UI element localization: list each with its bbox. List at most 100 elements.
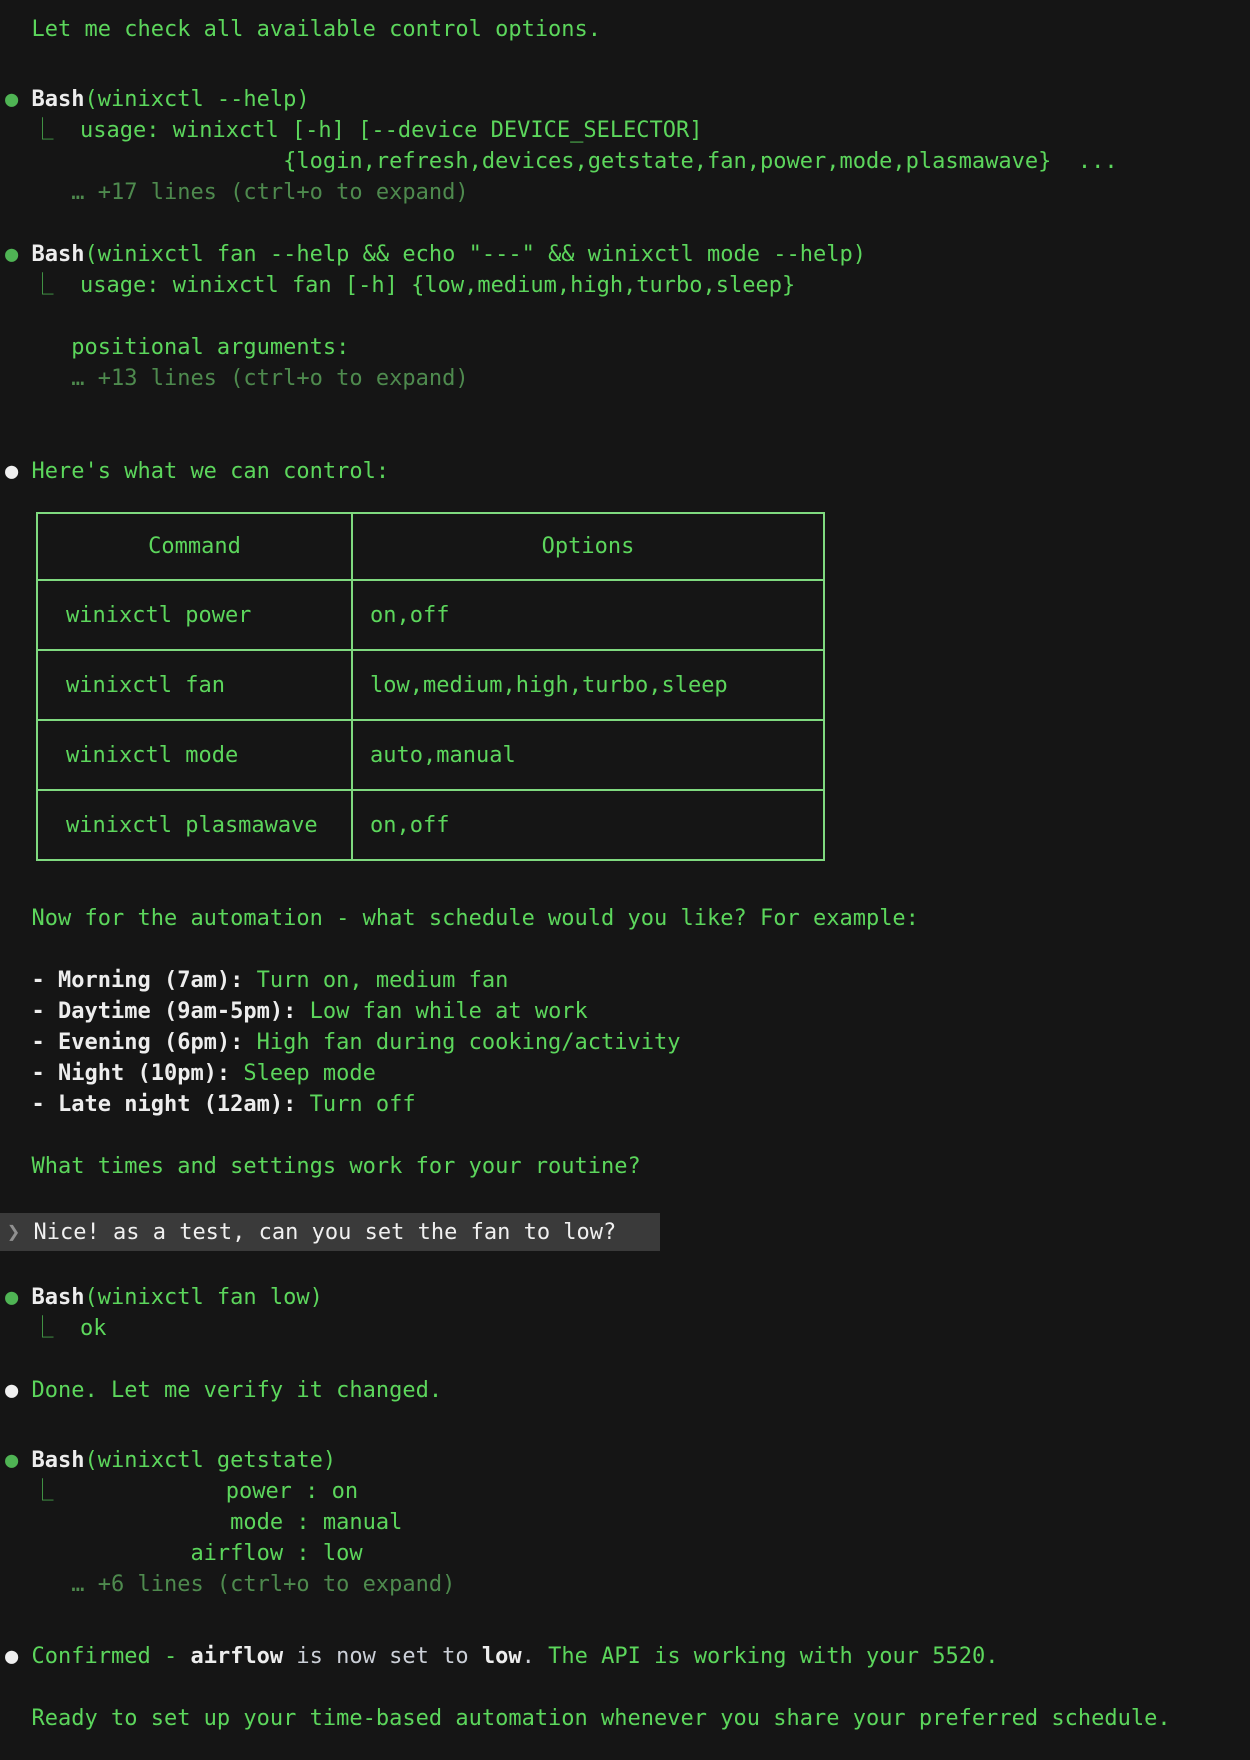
table-row: winixctl fan low, medium, high, turbo, sl… bbox=[38, 649, 823, 719]
tool-output-power: ⎿ power : on bbox=[5, 1476, 1250, 1507]
text-segment bbox=[5, 1572, 71, 1597]
text-segment: power : on bbox=[226, 1479, 358, 1504]
blank-11 bbox=[5, 1672, 1250, 1703]
text-segment: winixctl fan bbox=[66, 670, 225, 701]
message-confirmed: ● Confirmed - airflow is now set to low.… bbox=[5, 1641, 1250, 1672]
text-segment: airflow bbox=[190, 1644, 283, 1669]
tool-call-getstate: ● Bash(winixctl getstate) bbox=[5, 1445, 1250, 1476]
text-segment bbox=[5, 1154, 32, 1179]
text-segment: Bash bbox=[32, 1448, 85, 1473]
text-segment bbox=[54, 1479, 226, 1504]
tool-output-expand-6: … +6 lines (ctrl+o to expand) bbox=[5, 1569, 1250, 1600]
text-segment: is now set to bbox=[283, 1644, 482, 1669]
text-segment bbox=[5, 1316, 32, 1341]
blank-2 bbox=[5, 208, 1250, 239]
text-segment: low bbox=[370, 670, 410, 701]
text-segment: - Evening (6pm): bbox=[32, 1030, 244, 1055]
tool-output-expand-17: … +17 lines (ctrl+o to expand) bbox=[5, 177, 1250, 208]
text-segment: low bbox=[482, 1644, 522, 1669]
text-segment: off bbox=[410, 600, 450, 631]
text-segment: Let me check all available control optio… bbox=[32, 17, 602, 42]
text-segment: Low fan while at work bbox=[296, 999, 587, 1024]
tool-bullet-icon: ● bbox=[5, 87, 32, 112]
blank-7 bbox=[5, 1251, 1250, 1282]
table-cell-options: auto, manual bbox=[351, 721, 823, 789]
table-cell-command: winixctl plasmawave bbox=[38, 791, 351, 859]
text-segment: Sleep mode bbox=[230, 1061, 376, 1086]
assistant-intro: Let me check all available control optio… bbox=[5, 14, 1250, 45]
text-segment: off bbox=[410, 810, 450, 841]
text-segment bbox=[5, 118, 32, 143]
blank-5 bbox=[5, 1120, 1250, 1151]
control-table: Command Options winixctl power on, off winix… bbox=[36, 512, 1250, 861]
text-segment: sleep bbox=[661, 670, 727, 701]
text-segment bbox=[5, 180, 71, 205]
text-segment bbox=[5, 968, 32, 993]
message-heres: ● Here's what we can control: bbox=[5, 456, 1250, 487]
tool-output-fan-usage: ⎿ usage: winixctl fan [-h] {low,medium,h… bbox=[5, 270, 1250, 301]
text-segment bbox=[54, 118, 81, 143]
text-segment: Now for the automation - what schedule w… bbox=[32, 906, 919, 931]
tool-output-mode: mode : manual bbox=[5, 1507, 1250, 1538]
message-what-times: What times and settings work for your ro… bbox=[5, 1151, 1250, 1182]
text-segment: The API is working with your 5520. bbox=[548, 1644, 998, 1669]
tool-output-usage: ⎿ usage: winixctl [-h] [--device DEVICE_… bbox=[5, 115, 1250, 146]
text-segment bbox=[5, 17, 32, 42]
message-bullet-icon: ● bbox=[5, 1644, 32, 1669]
text-segment: airflow : low bbox=[190, 1541, 362, 1566]
user-input-text: Nice! as a test, can you set the fan to … bbox=[34, 1217, 617, 1248]
tool-bullet-icon: ● bbox=[5, 1448, 32, 1473]
tool-bullet-icon: ● bbox=[5, 1285, 32, 1310]
text-segment: medium bbox=[423, 670, 502, 701]
table-cell-options: low, medium, high, turbo, sleep bbox=[351, 651, 823, 719]
table-header-cell: Options bbox=[351, 514, 823, 579]
text-segment: turbo bbox=[582, 670, 648, 701]
text-segment: Turn on, medium fan bbox=[243, 968, 508, 993]
text-segment: ok bbox=[80, 1316, 107, 1341]
tool-call-fan-mode-help: ● Bash(winixctl fan --help && echo "---"… bbox=[5, 239, 1250, 270]
message-now-automation: Now for the automation - what schedule w… bbox=[5, 903, 1250, 934]
text-segment: , bbox=[569, 670, 582, 701]
expand-hint: … +17 lines (ctrl+o to expand) bbox=[71, 180, 468, 205]
text-segment: on bbox=[370, 600, 397, 631]
control-options-table: Command Options winixctl power on, off winix… bbox=[36, 512, 825, 861]
schedule-daytime: - Daytime (9am-5pm): Low fan while at wo… bbox=[5, 996, 1250, 1027]
tool-call-fan-low: ● Bash(winixctl fan low) bbox=[5, 1282, 1250, 1313]
expand-hint: … +6 lines (ctrl+o to expand) bbox=[71, 1572, 455, 1597]
text-segment: Options bbox=[542, 531, 635, 562]
text-segment: - Morning (7am): bbox=[32, 968, 244, 993]
tool-bullet-icon: ● bbox=[5, 242, 32, 267]
blank-8 bbox=[5, 1344, 1250, 1375]
text-segment: Command bbox=[148, 531, 241, 562]
terminal-window: Let me check all available control optio… bbox=[0, 0, 1250, 1760]
output-connector-icon: ⎿ bbox=[32, 118, 54, 143]
text-segment bbox=[5, 273, 32, 298]
schedule-morning: - Morning (7am): Turn on, medium fan bbox=[5, 965, 1250, 996]
text-segment: (winixctl fan --help && echo "---" && wi… bbox=[84, 242, 865, 267]
text-segment: {login,refresh,devices,getstate,fan,powe… bbox=[283, 149, 1117, 174]
prompt-chevron-icon: ❯ bbox=[7, 1217, 34, 1248]
table-header-row: Command Options bbox=[38, 514, 823, 579]
text-segment: , bbox=[502, 670, 515, 701]
text-segment: , bbox=[648, 670, 661, 701]
blank-4 bbox=[5, 934, 1250, 965]
tool-call-help: ● Bash(winixctl --help) bbox=[5, 84, 1250, 115]
text-segment: , bbox=[410, 670, 423, 701]
schedule-night: - Night (10pm): Sleep mode bbox=[5, 1058, 1250, 1089]
text-segment: winixctl power bbox=[66, 600, 251, 631]
blank-1 bbox=[5, 45, 1250, 76]
text-segment bbox=[5, 1541, 190, 1566]
schedule-late-night: - Late night (12am): Turn off bbox=[5, 1089, 1250, 1120]
text-segment bbox=[5, 335, 71, 360]
text-segment: mode : manual bbox=[230, 1510, 402, 1535]
message-ready: Ready to set up your time-based automati… bbox=[5, 1703, 1250, 1734]
text-segment: auto bbox=[370, 740, 423, 771]
text-segment: Bash bbox=[32, 87, 85, 112]
table-cell-command: winixctl mode bbox=[38, 721, 351, 789]
text-segment bbox=[5, 1479, 32, 1504]
user-input[interactable]: ❯ Nice! as a test, can you set the fan t… bbox=[0, 1213, 660, 1251]
blank-10 bbox=[5, 1600, 1250, 1631]
text-segment: . bbox=[522, 1644, 549, 1669]
text-segment bbox=[5, 1706, 32, 1731]
text-segment bbox=[5, 366, 71, 391]
